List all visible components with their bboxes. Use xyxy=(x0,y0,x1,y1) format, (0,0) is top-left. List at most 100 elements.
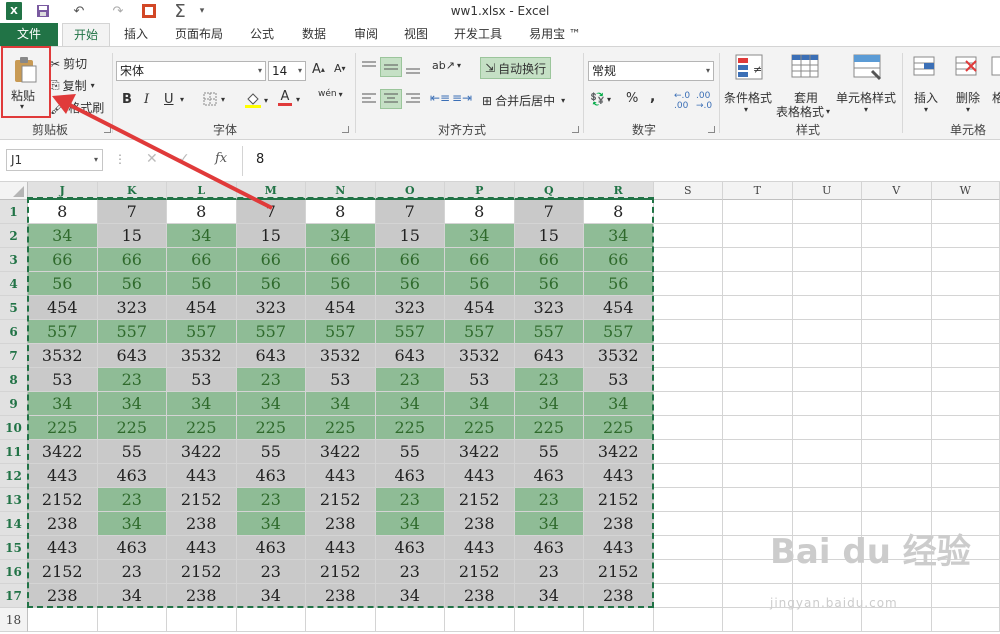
font-color-button[interactable]: A xyxy=(278,90,292,106)
paste-icon[interactable] xyxy=(8,55,42,85)
row-header-6[interactable]: 6 xyxy=(0,320,28,344)
insert-dropdown-icon[interactable]: ▾ xyxy=(924,105,928,114)
cell-R1[interactable]: 8 xyxy=(584,200,654,224)
cell-R15[interactable]: 443 xyxy=(584,536,654,560)
cell-V12[interactable] xyxy=(862,464,932,488)
cell-K7[interactable]: 643 xyxy=(97,344,167,368)
cell-M17[interactable]: 34 xyxy=(236,584,306,608)
alignment-launcher-icon[interactable] xyxy=(572,126,579,133)
middle-align-button[interactable] xyxy=(380,57,402,77)
cell-M16[interactable]: 23 xyxy=(236,560,306,584)
cell-T10[interactable] xyxy=(723,416,793,440)
cell-K3[interactable]: 66 xyxy=(97,248,167,272)
enter-icon[interactable]: ✓ xyxy=(178,151,190,167)
italic-button[interactable]: I xyxy=(144,92,149,107)
cell-K5[interactable]: 323 xyxy=(97,296,167,320)
cell-P17[interactable]: 238 xyxy=(445,584,515,608)
cell-S18[interactable] xyxy=(653,608,723,632)
cell-S5[interactable] xyxy=(653,296,723,320)
column-header-O[interactable]: O xyxy=(375,182,445,200)
row-header-1[interactable]: 1 xyxy=(0,200,28,224)
cell-P13[interactable]: 2152 xyxy=(445,488,515,512)
cell-S17[interactable] xyxy=(653,584,723,608)
column-header-N[interactable]: N xyxy=(306,182,376,200)
column-header-V[interactable]: V xyxy=(862,182,932,200)
cell-L17[interactable]: 238 xyxy=(167,584,237,608)
align-right-button[interactable] xyxy=(404,91,422,107)
cell-Q2[interactable]: 15 xyxy=(514,224,584,248)
formula-input[interactable]: 8 xyxy=(256,152,264,167)
cell-S9[interactable] xyxy=(653,392,723,416)
cell-M4[interactable]: 56 xyxy=(236,272,306,296)
font-size-select[interactable]: 14 ▾ xyxy=(268,61,306,81)
format-as-table-icon[interactable] xyxy=(790,53,820,81)
cell-R5[interactable]: 454 xyxy=(584,296,654,320)
cell-M9[interactable]: 34 xyxy=(236,392,306,416)
cell-K6[interactable]: 557 xyxy=(97,320,167,344)
cell-K14[interactable]: 34 xyxy=(97,512,167,536)
bottom-align-button[interactable] xyxy=(404,59,422,75)
cell-Q6[interactable]: 557 xyxy=(514,320,584,344)
cell-R2[interactable]: 34 xyxy=(584,224,654,248)
cell-J1[interactable]: 8 xyxy=(28,200,98,224)
cell-N5[interactable]: 454 xyxy=(306,296,376,320)
cell-N1[interactable]: 8 xyxy=(306,200,376,224)
cell-U4[interactable] xyxy=(792,272,862,296)
format-painter-button[interactable]: 🖌 格式刷 xyxy=(50,99,104,116)
cell-P4[interactable]: 56 xyxy=(445,272,515,296)
row-header-14[interactable]: 14 xyxy=(0,512,28,536)
cell-O12[interactable]: 463 xyxy=(375,464,445,488)
cell-Q1[interactable]: 7 xyxy=(514,200,584,224)
paste-dropdown-icon[interactable]: ▾ xyxy=(20,102,24,111)
cell-V5[interactable] xyxy=(862,296,932,320)
cell-K13[interactable]: 23 xyxy=(97,488,167,512)
decrease-decimal-button[interactable]: .00 →.0 xyxy=(696,91,712,111)
align-left-button[interactable] xyxy=(360,91,378,107)
cell-T2[interactable] xyxy=(723,224,793,248)
tab-view[interactable]: 视图 xyxy=(394,23,438,46)
column-header-J[interactable]: J xyxy=(28,182,98,200)
shrink-font-button[interactable]: A ▾ xyxy=(334,62,346,75)
row-header-11[interactable]: 11 xyxy=(0,440,28,464)
cell-Q11[interactable]: 55 xyxy=(514,440,584,464)
cell-R11[interactable]: 3422 xyxy=(584,440,654,464)
cell-Q14[interactable]: 34 xyxy=(514,512,584,536)
clipboard-launcher-icon[interactable] xyxy=(104,126,111,133)
cell-N14[interactable]: 238 xyxy=(306,512,376,536)
cell-J12[interactable]: 443 xyxy=(28,464,98,488)
cell-N15[interactable]: 443 xyxy=(306,536,376,560)
cell-N8[interactable]: 53 xyxy=(306,368,376,392)
cell-W9[interactable] xyxy=(931,392,1000,416)
cell-S6[interactable] xyxy=(653,320,723,344)
cell-S14[interactable] xyxy=(653,512,723,536)
cell-styles-dropdown-icon[interactable]: ▾ xyxy=(864,105,868,114)
insert-cells-icon[interactable] xyxy=(912,55,938,79)
cell-K9[interactable]: 34 xyxy=(97,392,167,416)
cell-V7[interactable] xyxy=(862,344,932,368)
cell-L4[interactable]: 56 xyxy=(167,272,237,296)
cell-N7[interactable]: 3532 xyxy=(306,344,376,368)
cell-T6[interactable] xyxy=(723,320,793,344)
cell-L8[interactable]: 53 xyxy=(167,368,237,392)
cell-K2[interactable]: 15 xyxy=(97,224,167,248)
delete-cells-button[interactable]: 删除 xyxy=(956,89,980,106)
cell-M2[interactable]: 15 xyxy=(236,224,306,248)
cell-J6[interactable]: 557 xyxy=(28,320,98,344)
cell-P11[interactable]: 3422 xyxy=(445,440,515,464)
cell-Q4[interactable]: 56 xyxy=(514,272,584,296)
cell-Q13[interactable]: 23 xyxy=(514,488,584,512)
cell-Q18[interactable] xyxy=(514,608,584,632)
tab-page-layout[interactable]: 页面布局 xyxy=(166,23,232,46)
cell-L5[interactable]: 454 xyxy=(167,296,237,320)
cell-M11[interactable]: 55 xyxy=(236,440,306,464)
cell-O10[interactable]: 225 xyxy=(375,416,445,440)
cell-L18[interactable] xyxy=(167,608,237,632)
cell-J10[interactable]: 225 xyxy=(28,416,98,440)
cell-M7[interactable]: 643 xyxy=(236,344,306,368)
cell-K11[interactable]: 55 xyxy=(97,440,167,464)
cell-L10[interactable]: 225 xyxy=(167,416,237,440)
number-format-select[interactable]: 常规 ▾ xyxy=(588,61,714,81)
cell-W1[interactable] xyxy=(931,200,1000,224)
row-header-3[interactable]: 3 xyxy=(0,248,28,272)
cell-P18[interactable] xyxy=(445,608,515,632)
